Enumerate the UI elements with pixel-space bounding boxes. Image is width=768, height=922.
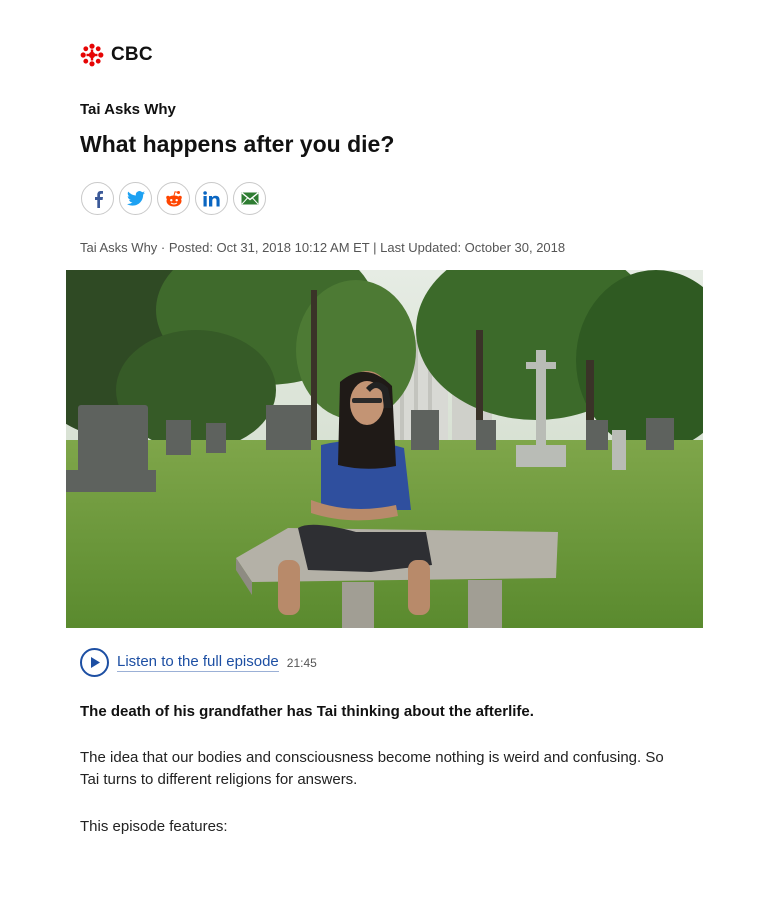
play-button[interactable]: [80, 648, 109, 677]
share-linkedin-button[interactable]: [195, 182, 228, 215]
cemetery-photo: [66, 270, 703, 628]
share-bar: [81, 182, 266, 215]
twitter-icon: [126, 191, 145, 206]
share-reddit-button[interactable]: [157, 182, 190, 215]
listen-episode: Listen to the full episode 21:45: [80, 648, 317, 677]
article-paragraph: The idea that our bodies and consciousne…: [80, 749, 664, 788]
linkedin-icon: [202, 190, 220, 206]
episode-duration: 21:45: [286, 655, 317, 670]
listen-link[interactable]: Listen to the full episode: [117, 653, 279, 672]
reddit-icon: [165, 190, 182, 206]
cbc-wordmark: CBC: [111, 44, 153, 65]
episode-features-label: This episode features:: [80, 818, 228, 835]
share-twitter-button[interactable]: [119, 182, 152, 215]
facebook-icon: [94, 190, 103, 208]
play-icon: [90, 657, 100, 668]
page-title: What happens after you die?: [80, 131, 395, 157]
article-lead: The death of his grandfather has Tai thi…: [80, 703, 534, 720]
cbc-logo[interactable]: CBC: [80, 43, 153, 67]
share-facebook-button[interactable]: [81, 182, 114, 215]
cbc-gem-icon: [80, 43, 104, 67]
share-email-button[interactable]: [233, 182, 266, 215]
show-name[interactable]: Tai Asks Why: [80, 101, 176, 118]
article-meta: Tai Asks Why · Posted: Oct 31, 2018 10:1…: [80, 240, 566, 255]
hero-image: [66, 270, 703, 628]
email-icon: [240, 192, 259, 205]
